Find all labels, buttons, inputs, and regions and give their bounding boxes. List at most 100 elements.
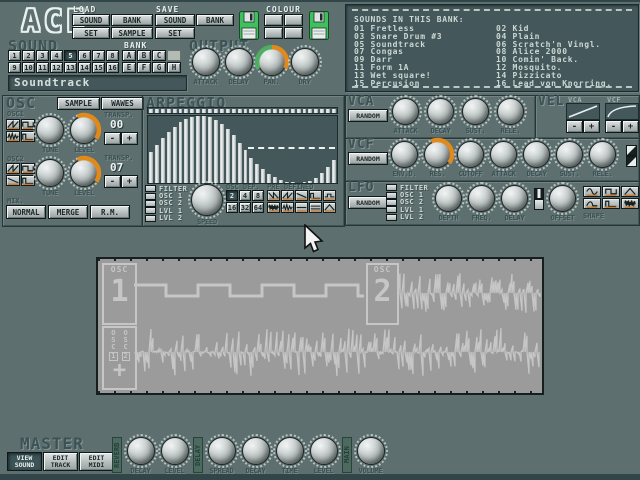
arp-bar[interactable]: [173, 127, 177, 183]
lvl-2-toggle-button[interactable]: [386, 214, 397, 221]
load-bank-button[interactable]: BANK: [111, 14, 153, 26]
osc-dep-8-button[interactable]: 8: [252, 190, 264, 201]
oscillator-wave-display[interactable]: OSC 1 OSC 2 OSC1 OSC2 +: [96, 257, 544, 395]
saw-down-wave-icon[interactable]: [267, 190, 280, 201]
mix-r-m-button[interactable]: R.M.: [90, 205, 130, 219]
freq-knob[interactable]: [468, 185, 495, 212]
arp-bar[interactable]: [167, 132, 171, 183]
sound-slot-2-button[interactable]: 2: [22, 50, 35, 61]
sound-slot-12-button[interactable]: 12: [50, 62, 63, 73]
tune-knob[interactable]: [36, 116, 64, 144]
delay-time-knob[interactable]: [276, 437, 304, 465]
arp-bar[interactable]: [208, 117, 212, 183]
arp-bar[interactable]: [196, 116, 200, 183]
osc-1-toggle-button[interactable]: [386, 192, 397, 199]
res-knob[interactable]: [424, 141, 451, 168]
arp-bar[interactable]: [332, 160, 336, 183]
pan-knob[interactable]: [258, 48, 286, 76]
arp-bar[interactable]: [190, 117, 194, 183]
vel-vca-plus-button[interactable]: +: [583, 120, 600, 133]
arp-bar[interactable]: [220, 124, 224, 183]
decay-knob[interactable]: [427, 98, 454, 125]
attack-knob[interactable]: [392, 98, 419, 125]
osc-2-toggle-button[interactable]: [386, 199, 397, 206]
lfo-delay-on-button[interactable]: [534, 188, 544, 199]
reverb-level-knob[interactable]: [161, 437, 189, 465]
square-wave-icon[interactable]: [602, 186, 620, 197]
bank-g-button[interactable]: G: [152, 62, 166, 73]
attack-knob[interactable]: [192, 48, 220, 76]
osc2-transpose-minus-button[interactable]: -: [104, 175, 121, 188]
arp-bar[interactable]: [244, 150, 248, 183]
arp-bar[interactable]: [149, 152, 153, 183]
colour-blank-button[interactable]: [264, 14, 283, 26]
level-knob[interactable]: [70, 116, 98, 144]
bank-b-button[interactable]: B: [137, 50, 151, 61]
delay-knob[interactable]: [225, 48, 253, 76]
sound-slot-16-button[interactable]: 16: [106, 62, 119, 73]
ramp-down-wave-icon[interactable]: [6, 175, 20, 186]
attack-knob[interactable]: [490, 141, 517, 168]
half-sine-wave-icon[interactable]: [583, 198, 601, 209]
bank-c-button[interactable]: C: [152, 50, 166, 61]
sound-slot-1-button[interactable]: 1: [8, 50, 21, 61]
edit-midi-button[interactable]: EDITMIDI: [79, 452, 114, 471]
osc-dep-32-button[interactable]: 32: [239, 202, 251, 213]
colour-blank-button[interactable]: [284, 14, 303, 26]
noise-dense-wave-icon[interactable]: [621, 198, 639, 209]
vel-vca-minus-button[interactable]: -: [566, 120, 583, 133]
saw-wave-icon[interactable]: [6, 119, 20, 130]
arp-bar[interactable]: [267, 174, 271, 183]
env-d-knob[interactable]: [391, 141, 418, 168]
sound-name-field[interactable]: Soundtrack: [8, 75, 187, 91]
ramp-down-wave-icon[interactable]: [295, 190, 308, 201]
sound-slot-5-button[interactable]: 5: [64, 50, 77, 61]
mix-tag-box[interactable]: OSC1 OSC2 +: [102, 326, 137, 390]
delay-spread-knob[interactable]: [208, 437, 236, 465]
bank-a-button[interactable]: A: [122, 50, 136, 61]
bank-h-button[interactable]: H: [167, 62, 181, 73]
view-sound-button[interactable]: VIEWSOUND: [7, 452, 42, 471]
arp-bar[interactable]: [226, 129, 230, 183]
sound-slot-14-button[interactable]: 14: [78, 62, 91, 73]
speed-knob[interactable]: [191, 184, 223, 216]
level-knob[interactable]: [70, 159, 98, 187]
osc1-transpose-minus-button[interactable]: -: [104, 132, 121, 145]
arp-bar[interactable]: [249, 158, 253, 183]
flat-wave-icon[interactable]: [295, 202, 308, 213]
arp-bar[interactable]: [179, 122, 183, 183]
arp-bar[interactable]: [202, 116, 206, 183]
reverb-decay-knob[interactable]: [127, 437, 155, 465]
lfo-random-button[interactable]: RANDOM: [348, 196, 388, 209]
decay-knob[interactable]: [523, 141, 550, 168]
lvl-1-toggle-button[interactable]: [386, 206, 397, 213]
osc2-tag-box[interactable]: OSC 2: [366, 263, 399, 325]
arp-bar[interactable]: [161, 138, 165, 183]
vca-random-button[interactable]: RANDOM: [348, 109, 388, 122]
save-bank-button[interactable]: BANK: [196, 14, 234, 26]
noise-wave-icon[interactable]: [6, 131, 20, 142]
arp-bar[interactable]: [255, 164, 259, 183]
sound-slot-13-button[interactable]: 13: [64, 62, 77, 73]
osc-2-toggle-button[interactable]: [145, 200, 156, 207]
sound-slot-15-button[interactable]: 15: [92, 62, 105, 73]
triangle-wave-icon[interactable]: [621, 186, 639, 197]
save-sound-button[interactable]: SOUND: [155, 14, 195, 26]
mix-normal-button[interactable]: NORMAL: [6, 205, 46, 219]
arp-bar[interactable]: [261, 169, 265, 183]
arp-bar[interactable]: [314, 178, 318, 183]
vel-vcf-minus-button[interactable]: -: [605, 120, 622, 133]
lvl-1-toggle-button[interactable]: [145, 207, 156, 214]
filter-toggle-button[interactable]: [145, 185, 156, 192]
step-wave-icon[interactable]: [323, 190, 336, 201]
lfo-delay-off-button[interactable]: [534, 199, 544, 210]
osc-dep-16-button[interactable]: 16: [226, 202, 238, 213]
saw-wave-icon[interactable]: [6, 163, 20, 174]
sound-slot-7-button[interactable]: 7: [92, 50, 105, 61]
main-volume-knob[interactable]: [357, 437, 385, 465]
vcf-toggle-up-button[interactable]: [626, 145, 637, 156]
arp-bar[interactable]: [320, 173, 324, 183]
depth-knob[interactable]: [435, 185, 462, 212]
saw-up-wave-icon[interactable]: [281, 190, 294, 201]
arp-bar[interactable]: [214, 120, 218, 183]
